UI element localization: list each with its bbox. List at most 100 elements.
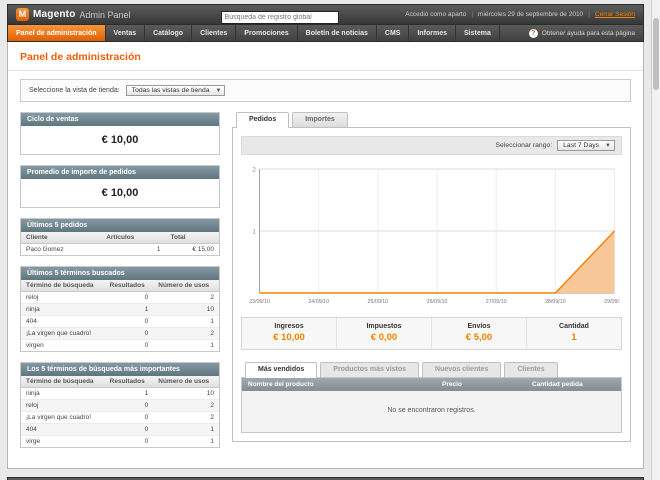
svg-text:26/09/10: 26/09/10 — [427, 299, 448, 305]
help-icon: ? — [528, 28, 538, 38]
table-row[interactable]: reloj 0 2 — [21, 291, 219, 304]
logout-link[interactable]: Cerrar Sesión — [595, 11, 635, 18]
stat-value: € 5,00 — [465, 332, 493, 343]
magento-admin-screen: M Magento Admin Panel Accedió como apart… — [0, 0, 660, 480]
term-uses: 1 — [153, 423, 219, 436]
term-results: 0 — [104, 315, 154, 328]
store-switcher-label: Seleccione la vista de tienda: — [29, 87, 120, 94]
dashboard-right-column: Pedidos Importes Seleccionar rango: Last… — [232, 112, 631, 458]
store-view-select[interactable]: Todas las vistas de tienda ▼ — [125, 85, 226, 96]
dashboard-tabs: Pedidos Importes — [232, 112, 631, 128]
term-uses: 2 — [153, 399, 219, 412]
term-results: 0 — [104, 411, 154, 424]
chevron-down-icon: ▼ — [215, 87, 222, 94]
scrollbar-thumb[interactable] — [653, 18, 659, 90]
range-value: Last 7 Days — [563, 142, 600, 149]
nav-item-boletin[interactable]: Boletín de noticias — [298, 25, 377, 41]
nav-item-clientes[interactable]: Clientes — [192, 25, 237, 41]
search-term: virge — [21, 435, 105, 447]
svg-text:1: 1 — [253, 228, 257, 235]
last-search-terms-table: Término de búsqueda Resultados Número de… — [21, 280, 219, 351]
content-area: Panel de administración Seleccione la vi… — [7, 42, 644, 469]
table-row[interactable]: 404 0 1 — [21, 423, 219, 436]
separator: | — [588, 11, 590, 18]
box-title: Últimos 5 términos buscados — [21, 267, 219, 280]
last-search-terms-box: Últimos 5 términos buscados Término de b… — [20, 266, 220, 352]
lifetime-sales-box: Ciclo de ventas € 10,00 — [20, 112, 220, 155]
search-term: ¡La virgen que cuadro! — [21, 411, 105, 424]
help-label: Obtener ayuda para esta página — [541, 29, 635, 37]
stat-label: Envíos — [467, 323, 491, 330]
nav-item-informes[interactable]: Informes — [409, 25, 457, 41]
table-row[interactable]: virge 0 1 — [21, 435, 219, 447]
table-row[interactable]: 404 0 1 — [21, 315, 219, 328]
column-header: Total — [165, 232, 219, 244]
table-row[interactable]: virgen 0 1 — [21, 339, 219, 351]
svg-text:23/09/10: 23/09/10 — [249, 299, 270, 305]
nav-item-promociones[interactable]: Promociones — [236, 25, 298, 41]
term-results: 0 — [104, 327, 154, 340]
tab-clientes[interactable]: Clientes — [504, 362, 558, 377]
last-orders-table: Cliente Artículos Total Paco Gomez 1 € 1… — [21, 232, 219, 255]
table-row[interactable]: Paco Gomez 1 € 15,00 — [21, 243, 219, 255]
order-items: 1 — [101, 243, 166, 255]
table-row[interactable]: ninja 1 10 — [21, 303, 219, 316]
term-uses: 2 — [153, 291, 219, 304]
table-row[interactable]: reloj 0 2 — [21, 399, 219, 412]
nav-item-ventas[interactable]: Ventas — [106, 25, 146, 41]
current-date: miércoles 29 de septiembre de 2010 — [478, 11, 584, 18]
column-header: Término de búsqueda — [21, 376, 105, 388]
search-term: ninja — [21, 387, 105, 400]
search-term: ¡La virgen que cuadro! — [21, 327, 105, 340]
svg-text:24/09/10: 24/09/10 — [308, 299, 329, 305]
stat-label: Cantidad — [559, 323, 589, 330]
tab-importes[interactable]: Importes — [292, 112, 348, 127]
svg-text:2: 2 — [253, 166, 257, 173]
last-orders-box: Últimos 5 pedidos Cliente Artículos Tota… — [20, 218, 220, 256]
dashboard-panel: Seleccionar rango: Last 7 Days ▼ 1 2 23/09… — [232, 127, 631, 442]
table-row[interactable]: ninja 1 10 — [21, 387, 219, 400]
box-title: Promedio de importe de pedidos — [21, 166, 219, 179]
average-orders-value: € 10,00 — [101, 187, 139, 199]
nav-item-sistema[interactable]: Sistema — [456, 25, 500, 41]
range-bar: Seleccionar rango: Last 7 Days ▼ — [241, 136, 622, 155]
search-term: reloj — [21, 399, 105, 412]
range-label: Seleccionar rango: — [495, 142, 553, 149]
stat-ingresos: Ingresos € 10,00 — [242, 318, 336, 349]
box-title: Los 5 términos de búsqueda más important… — [21, 363, 219, 376]
search-term: 404 — [21, 423, 105, 436]
column-header: Cantidad pedida — [532, 381, 583, 388]
tab-productos-mas-vistos[interactable]: Productos más vistos — [320, 362, 420, 377]
svg-text:25/09/10: 25/09/10 — [367, 299, 388, 305]
term-results: 0 — [104, 339, 154, 351]
search-term: ninja — [21, 303, 105, 316]
stat-value: € 10,00 — [273, 332, 305, 343]
tab-pedidos[interactable]: Pedidos — [236, 112, 290, 128]
nav-item-cms[interactable]: CMS — [377, 25, 410, 41]
tab-mas-vendidos[interactable]: Más vendidos — [245, 362, 318, 378]
term-results: 1 — [104, 303, 154, 316]
term-results: 0 — [104, 423, 154, 436]
orders-area-chart: 1 2 23/09/10 24/09/10 25/09/10 26/09/10 27/09/… — [249, 166, 620, 305]
column-header: Número de usos — [153, 280, 219, 292]
page-title: Panel de administración — [8, 42, 643, 71]
chevron-down-icon: ▼ — [605, 142, 611, 149]
nav-item-catalogo[interactable]: Catálogo — [145, 25, 193, 41]
range-select[interactable]: Last 7 Days ▼ — [557, 140, 615, 151]
term-uses: 10 — [153, 387, 219, 400]
term-uses: 10 — [153, 303, 219, 316]
table-row[interactable]: ¡La virgen que cuadro! 0 2 — [21, 411, 219, 424]
nav-item-dashboard[interactable]: Panel de administración — [8, 25, 106, 41]
table-row[interactable]: ¡La virgen que cuadro! 0 2 — [21, 327, 219, 340]
page-help-link[interactable]: ? Obtener ayuda para esta página — [521, 25, 643, 41]
global-search-input[interactable] — [220, 10, 339, 24]
box-title: Ciclo de ventas — [21, 113, 219, 126]
orders-chart-wrap: 1 2 23/09/10 24/09/10 25/09/10 26/09/10 27/09/… — [241, 155, 622, 311]
stat-envios: Envíos € 5,00 — [431, 318, 526, 349]
vertical-scrollbar[interactable] — [651, 0, 660, 480]
tab-nuevos-clientes[interactable]: Nuevos clientes — [422, 362, 502, 377]
totals-bar: Ingresos € 10,00 Impuestos € 0,00 Envíos… — [241, 317, 622, 350]
column-header: Número de usos — [153, 376, 219, 388]
term-uses: 2 — [153, 411, 219, 424]
term-uses: 1 — [153, 315, 219, 328]
